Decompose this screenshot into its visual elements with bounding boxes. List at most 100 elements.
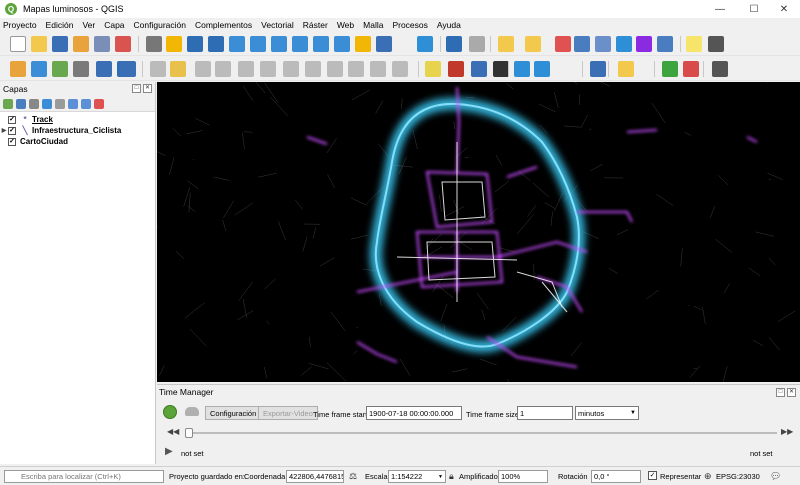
delete-selected-icon[interactable]: [283, 61, 299, 77]
add-group-icon[interactable]: [16, 98, 26, 109]
add-vector-icon[interactable]: [52, 61, 68, 77]
expand-all-icon[interactable]: [68, 98, 78, 109]
whats-this-icon[interactable]: [712, 61, 728, 77]
frame-start-field[interactable]: 1900-07-18 00:00:00.000: [366, 406, 462, 420]
layer-item-infraestructura[interactable]: ▶ ✓ ╲ Infraestructura_Ciclista: [0, 125, 155, 136]
frame-size-spinbox[interactable]: 1: [517, 406, 573, 420]
deselect-icon[interactable]: [555, 36, 571, 52]
menu-capa[interactable]: Capa: [104, 20, 124, 30]
menu-vectorial[interactable]: Vectorial: [261, 20, 294, 30]
menu-malla[interactable]: Malla: [363, 20, 383, 30]
new-bookmark-icon[interactable]: [355, 36, 371, 52]
manage-visibility-icon[interactable]: [29, 98, 39, 109]
coordinate-field[interactable]: 422806,4476815: [286, 470, 344, 483]
zoom-next-icon[interactable]: [334, 36, 350, 52]
help-icon[interactable]: [590, 61, 606, 77]
layer-styling-icon[interactable]: [3, 98, 13, 109]
map-canvas[interactable]: [157, 82, 800, 382]
toolbox-icon[interactable]: [616, 36, 632, 52]
magnifier-field[interactable]: 100%: [498, 470, 548, 483]
lock-scale-icon[interactable]: 🔒︎: [449, 471, 454, 482]
menu-ayuda[interactable]: Ayuda: [437, 20, 461, 30]
digitize-icon[interactable]: [215, 61, 231, 77]
time-slider[interactable]: [185, 428, 777, 438]
render-checkbox[interactable]: ✓: [648, 471, 657, 480]
time-manager-icon[interactable]: [514, 61, 530, 77]
filter-legend-icon[interactable]: [42, 98, 52, 109]
layer-labeling-icon[interactable]: [448, 61, 464, 77]
close-panel-icon[interactable]: ✕: [787, 388, 796, 397]
play-icon[interactable]: ▶: [165, 446, 173, 457]
configuracion-button[interactable]: Configuración: [205, 406, 262, 420]
expand-arrow-icon[interactable]: ▶: [0, 127, 8, 134]
menu-proyecto[interactable]: Proyecto: [3, 20, 37, 30]
toggle-extents-icon[interactable]: ⚖: [349, 471, 357, 482]
zoom-native-icon[interactable]: [292, 36, 308, 52]
action-icon[interactable]: [469, 36, 485, 52]
new-project-icon[interactable]: [10, 36, 26, 52]
select-value-icon[interactable]: [525, 36, 541, 52]
menu-web[interactable]: Web: [337, 20, 354, 30]
close-panel-icon[interactable]: ✕: [143, 84, 152, 93]
attribute-table-icon[interactable]: [574, 36, 590, 52]
cut-features-icon[interactable]: [305, 61, 321, 77]
remove-layer-icon[interactable]: [94, 98, 104, 109]
statistics-icon[interactable]: [636, 36, 652, 52]
map-tips-icon[interactable]: [686, 36, 702, 52]
redo-icon[interactable]: [392, 61, 408, 77]
layer-checkbox[interactable]: ✓: [8, 115, 16, 124]
search-plugin-icon[interactable]: [662, 61, 678, 77]
collapse-all-icon[interactable]: [81, 98, 91, 109]
zoom-out-icon[interactable]: [208, 36, 224, 52]
step-forward-icon[interactable]: ▶▶: [781, 427, 793, 436]
layer-item-track[interactable]: ✓ * Track: [0, 114, 155, 125]
layer-checkbox[interactable]: ✓: [8, 137, 16, 146]
menu-edicion[interactable]: Edición: [46, 20, 74, 30]
zoom-selection-icon[interactable]: [250, 36, 266, 52]
rotation-field[interactable]: 0,0 °: [591, 470, 641, 483]
style-manager-icon[interactable]: [115, 36, 131, 52]
filter-expression-icon[interactable]: [55, 98, 65, 109]
export-video-button[interactable]: Exportar-Video: [258, 406, 318, 420]
pan-to-selection-icon[interactable]: [166, 36, 182, 52]
unit-select[interactable]: minutos ▼: [575, 406, 639, 420]
crs-globe-icon[interactable]: ⊕: [704, 471, 712, 482]
label-options-icon[interactable]: [471, 61, 487, 77]
zoom-last-icon[interactable]: [313, 36, 329, 52]
menu-raster[interactable]: Ráster: [303, 20, 328, 30]
menu-ver[interactable]: Ver: [82, 20, 95, 30]
measure-icon[interactable]: [657, 36, 673, 52]
menu-configuracion[interactable]: Configuración: [134, 20, 186, 30]
close-button[interactable]: ✕: [768, 0, 800, 18]
paste-features-icon[interactable]: [348, 61, 364, 77]
add-delimited-text-icon[interactable]: [73, 61, 89, 77]
new-shapefile-icon[interactable]: [96, 61, 112, 77]
refresh-icon[interactable]: [417, 36, 433, 52]
step-back-icon[interactable]: ◀◀: [167, 427, 179, 436]
zoom-in-icon[interactable]: [187, 36, 203, 52]
zoom-layer-icon[interactable]: [271, 36, 287, 52]
menu-procesos[interactable]: Procesos: [392, 20, 427, 30]
zoom-full-icon[interactable]: [229, 36, 245, 52]
python-console-icon[interactable]: [618, 61, 634, 77]
open-project-icon[interactable]: [31, 36, 47, 52]
vertex-tool-icon[interactable]: [238, 61, 254, 77]
layer-checkbox[interactable]: ✓: [8, 126, 16, 135]
undo-icon[interactable]: [370, 61, 386, 77]
save-edits-icon[interactable]: [195, 61, 211, 77]
scale-select[interactable]: 1:154222 ▼: [388, 470, 446, 483]
maximize-button[interactable]: ☐: [738, 0, 770, 18]
time-slider-handle[interactable]: [185, 428, 193, 438]
field-calculator-icon[interactable]: [595, 36, 611, 52]
layer-item-cartociudad[interactable]: ✓ CartoCiudad: [0, 136, 155, 147]
edit-pencil-icon[interactable]: [150, 61, 166, 77]
identify-icon[interactable]: [446, 36, 462, 52]
crs-label[interactable]: EPSG:23030: [716, 472, 760, 481]
plugin-tool-icon[interactable]: [683, 61, 699, 77]
more-tools-icon[interactable]: [493, 61, 509, 77]
modify-attributes-icon[interactable]: [260, 61, 276, 77]
pan-icon[interactable]: [146, 36, 162, 52]
float-panel-icon[interactable]: □: [776, 388, 785, 397]
locator-search-input[interactable]: [4, 470, 164, 483]
select-feature-icon[interactable]: [498, 36, 514, 52]
